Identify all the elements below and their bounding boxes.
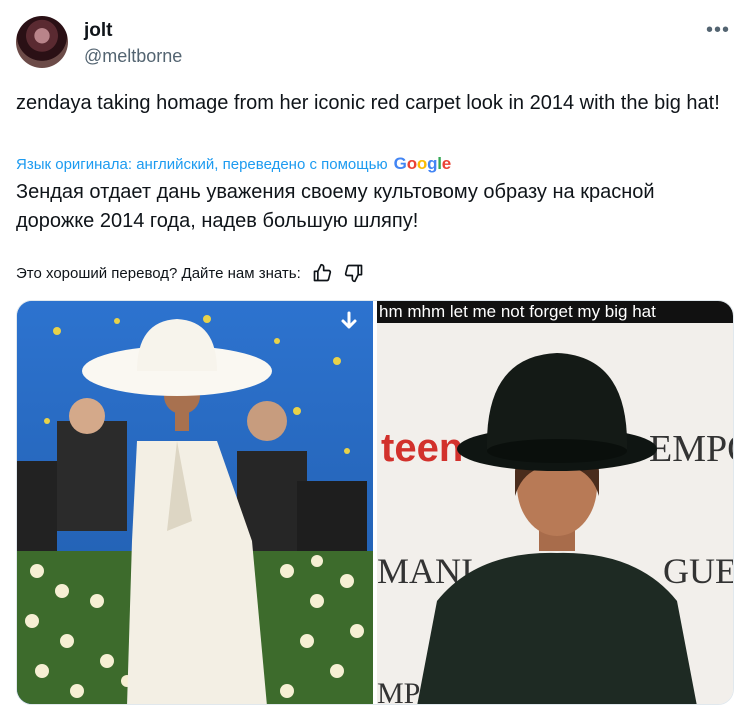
svg-text:GUE: GUE (663, 551, 734, 591)
thumbs-up-icon[interactable] (311, 262, 333, 284)
google-logo: Google (393, 154, 452, 173)
feedback-prompt: Это хороший перевод? Дайте нам знать: (16, 264, 301, 282)
svg-text:EMPOI: EMPOI (649, 428, 734, 470)
media-caption: hm mhm let me not forget my big hat (377, 301, 733, 323)
translation-source-label: Язык оригинала: английский, переведено с… (16, 155, 388, 173)
translated-text: Зендая отдает дань уважения своему культ… (16, 181, 655, 232)
more-options-icon[interactable]: ••• (706, 20, 730, 40)
photo-left[interactable] (17, 301, 373, 704)
svg-text:teen: teen (381, 426, 463, 470)
download-icon[interactable] (335, 309, 363, 337)
author-name[interactable]: jolt (84, 20, 113, 42)
tweet-media[interactable]: teen EMPOI MANI GUE MPO hm mhm let me no… (16, 300, 734, 705)
translation-feedback: Это хороший перевод? Дайте нам знать: (16, 262, 365, 284)
photo-right[interactable]: teen EMPOI MANI GUE MPO hm mhm let me no… (377, 301, 734, 704)
translation-source[interactable]: Язык оригинала: английский, переведено с… (16, 154, 451, 174)
tweet-text: zendaya taking homage from her iconic re… (16, 92, 720, 114)
avatar[interactable] (16, 16, 68, 68)
author-handle[interactable]: @meltborne (84, 46, 182, 67)
tweet-header: jolt @meltborne ••• (16, 16, 734, 70)
thumbs-down-icon[interactable] (343, 262, 365, 284)
